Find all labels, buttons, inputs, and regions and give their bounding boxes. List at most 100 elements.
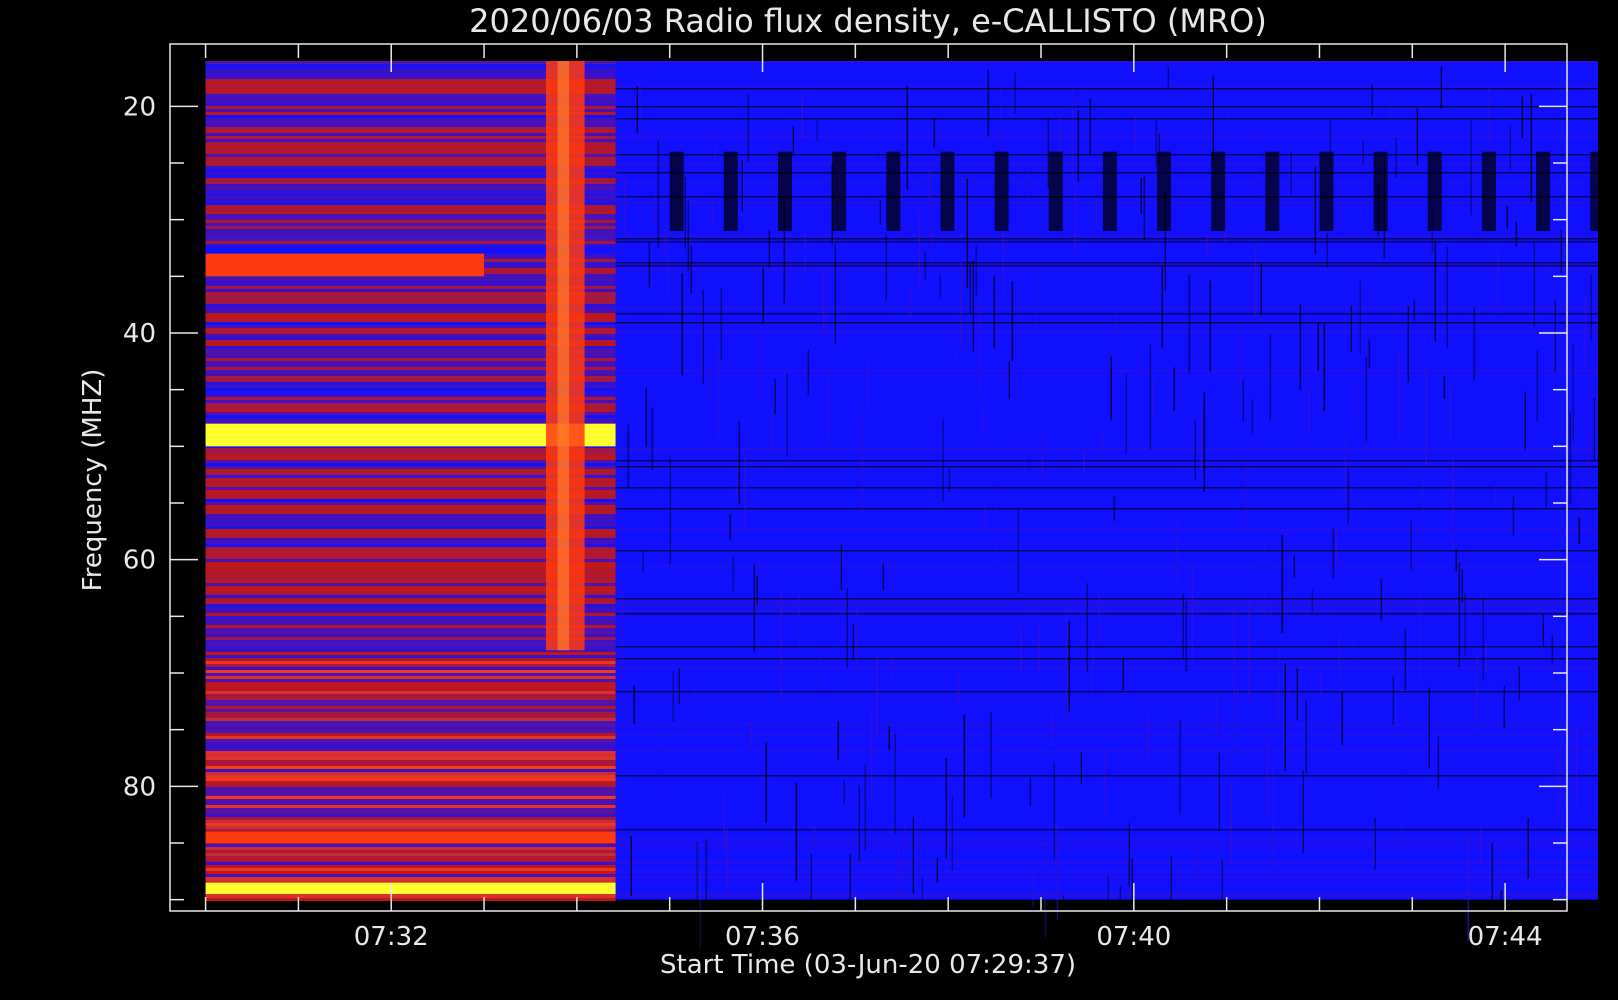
interference-patch [669,151,684,231]
channel-row-quiet [615,565,1598,567]
channel-row-intense [205,808,616,811]
channel-row-quiet [615,877,1598,879]
noise-streak [978,298,981,396]
noise-streak [912,816,915,894]
noise-streak [1266,737,1269,817]
noise-streak [1209,280,1212,372]
noise-streak [939,274,942,298]
channel-row-quiet [615,85,1598,87]
noise-streak [930,169,933,265]
channel-row-quiet [615,610,1598,612]
interference-patch [1319,151,1334,231]
noise-streak [927,165,930,204]
noise-streak [1092,640,1095,693]
noise-streak [1434,240,1437,343]
noise-streak [1359,278,1362,355]
noise-streak [657,141,660,248]
noise-streak [1479,829,1482,864]
noise-streak [903,820,906,875]
noise-streak [1353,640,1356,661]
noise-streak [1116,307,1119,339]
channel-row-quiet [615,118,1598,120]
noise-streak [1386,778,1389,822]
noise-streak [801,91,804,139]
channel-row-quiet [615,601,1598,603]
noise-streak [1563,755,1566,809]
noise-streak [966,179,969,289]
channel-row-intense [205,658,616,661]
noise-streak [1260,263,1263,314]
interference-patch [777,151,792,231]
channel-row-intense [205,736,616,739]
noise-streak [630,835,633,897]
noise-streak [1248,600,1251,701]
channel-row-intense [205,790,616,793]
noise-streak [1437,736,1440,789]
channel-row-intense [205,880,616,883]
channel-row-intense [205,850,616,853]
channel-row-intense [205,673,616,676]
interference-patch [1590,151,1605,231]
noise-streak [1497,247,1500,314]
noise-streak [702,289,705,384]
noise-streak [1008,360,1011,400]
noise-streak [1404,627,1407,690]
channel-row-quiet [615,691,1598,693]
noise-streak [1560,229,1563,274]
channel-row-intense [205,697,616,700]
channel-row-intense [205,865,616,868]
channel-row-quiet [615,487,1598,489]
noise-streak [1044,841,1047,938]
noise-streak [813,826,816,849]
channel-row-intense [205,868,616,871]
y-tick-label: 20 [123,92,156,122]
channel-row-intense [205,655,616,658]
noise-streak [1269,333,1272,421]
x-tick-label: 07:32 [354,922,429,952]
channel-row-intense [205,811,616,814]
channel-row-quiet [615,646,1598,648]
noise-streak [834,243,837,344]
x-tick-label: 07:40 [1096,922,1171,952]
channel-row-quiet [615,658,1598,660]
noise-streak [714,130,717,165]
channel-row-intense [205,706,616,709]
noise-streak [819,646,822,691]
noise-streak [918,211,921,287]
noise-streak [1170,855,1173,910]
channel-row-intense [205,877,616,880]
noise-streak [1275,691,1278,726]
noise-streak [1350,305,1353,353]
channel-row-intense [205,742,616,745]
interference-patch [832,151,847,231]
noise-streak [774,378,777,415]
noise-streak [990,711,993,799]
noise-streak [879,199,882,225]
channel-row-intense [205,802,616,805]
channel-row-intense [205,844,616,847]
noise-streak [828,375,831,443]
noise-streak [1155,120,1158,167]
noise-streak [1272,761,1275,871]
channel-row-intense [205,691,616,694]
noise-streak [1506,205,1509,229]
channel-row-intense [205,817,616,820]
noise-streak [648,242,651,288]
channel-row-intense [205,895,616,898]
noise-streak [1374,818,1377,870]
noise-streak [855,608,858,673]
noise-streak [1062,895,1065,952]
noise-streak [822,270,825,334]
noise-streak [1335,527,1338,563]
interference-patch [994,151,1009,231]
noise-streak [1365,357,1368,442]
noise-streak [1212,75,1215,159]
noise-streak [759,333,762,401]
channel-row-intense [205,853,616,856]
noise-streak [969,262,972,315]
noise-streak [1461,569,1464,603]
channel-row-intense [205,784,616,787]
noise-streak [852,624,855,660]
noise-streak [1074,183,1077,254]
channel-row-quiet [615,136,1598,138]
